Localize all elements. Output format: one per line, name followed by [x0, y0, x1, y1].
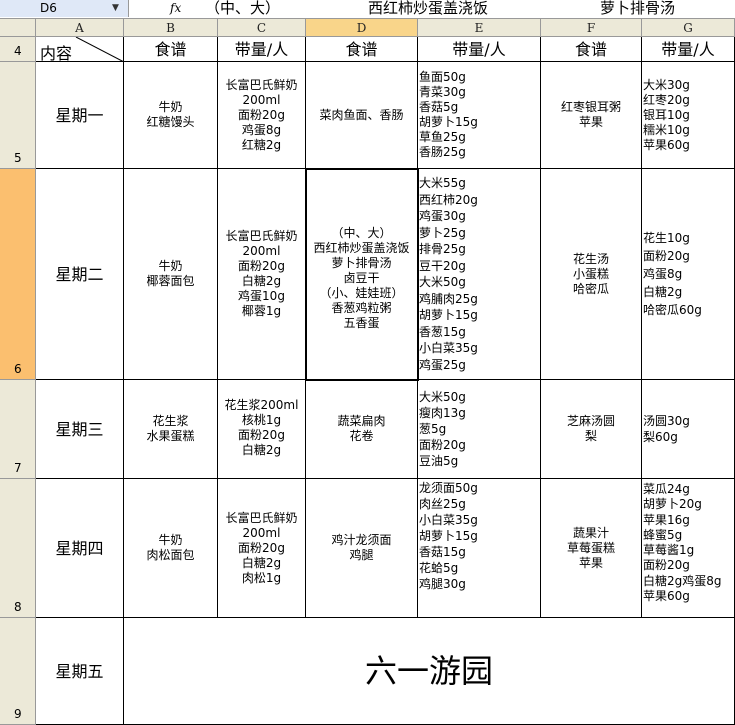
- cell-a6[interactable]: 星期二: [36, 169, 124, 380]
- row-header-7[interactable]: 7: [0, 380, 36, 479]
- cell-b8[interactable]: 牛奶 肉松面包: [124, 479, 218, 618]
- fx-icon[interactable]: fx: [170, 0, 181, 17]
- content-label: 内容: [40, 44, 73, 63]
- cell-f8[interactable]: 蔬果汁 草莓蛋糕 苹果: [541, 479, 642, 618]
- cell-b9-merged[interactable]: 六一游园: [124, 618, 735, 725]
- name-box[interactable]: D6 ▼: [0, 0, 129, 17]
- select-all-corner[interactable]: [0, 19, 36, 37]
- cell-c6[interactable]: 长富巴氏鲜奶 200ml 面粉20g 白糖2g 鸡蛋10g 椰蓉1g: [218, 169, 306, 380]
- cell-g7[interactable]: 汤圆30g 梨60g: [642, 380, 735, 479]
- cell-a8[interactable]: 星期四: [36, 479, 124, 618]
- formula-content-3[interactable]: 萝卜排骨汤: [600, 0, 675, 17]
- row-header-4[interactable]: 4: [0, 37, 36, 62]
- cell-c4[interactable]: 带量/人: [218, 37, 306, 62]
- cell-g8[interactable]: 菜瓜24g 胡萝卜20g 苹果16g 蜂蜜5g 草莓酱1g 面粉20g 白糖2g…: [642, 479, 735, 618]
- row-header-6[interactable]: 6: [0, 169, 36, 380]
- column-header-f[interactable]: F: [541, 19, 642, 37]
- name-box-value: D6: [40, 1, 57, 15]
- cell-a7[interactable]: 星期三: [36, 380, 124, 479]
- cell-e6[interactable]: 大米55g 西红柿20g 鸡蛋30g 萝卜25g 排骨25g 豆干20g 大米5…: [418, 169, 541, 380]
- cell-a4[interactable]: 内容: [36, 37, 124, 63]
- row-header-8[interactable]: 8: [0, 479, 36, 618]
- cell-e5[interactable]: 鱼面50g 青菜30g 香菇5g 胡萝卜15g 草鱼25g 香肠25g: [418, 62, 541, 169]
- formula-content-1[interactable]: （中、大）: [205, 0, 280, 17]
- formula-content-2[interactable]: 西红柿炒蛋盖浇饭: [368, 0, 488, 17]
- column-header-e[interactable]: E: [418, 19, 541, 37]
- cell-g5[interactable]: 大米30g 红枣20g 银耳10g 糯米10g 苹果60g: [642, 62, 735, 169]
- column-header-a[interactable]: A: [36, 19, 124, 37]
- cell-d5[interactable]: 菜肉鱼面、香肠: [306, 62, 418, 169]
- column-header-g[interactable]: G: [642, 19, 735, 37]
- cell-d8[interactable]: 鸡汁龙须面 鸡腿: [306, 479, 418, 618]
- cell-c8[interactable]: 长富巴氏鲜奶 200ml 面粉20g 白糖2g 肉松1g: [218, 479, 306, 618]
- cell-b5[interactable]: 牛奶 红糖馒头: [124, 62, 218, 169]
- cell-a5[interactable]: 星期一: [36, 62, 124, 169]
- row-header-5[interactable]: 5: [0, 62, 36, 169]
- cell-g6[interactable]: 花生10g 面粉20g 鸡蛋8g 白糖2g 哈密瓜60g: [642, 169, 735, 380]
- column-header-b[interactable]: B: [124, 19, 218, 37]
- cell-e8[interactable]: 龙须面50g 肉丝25g 小白菜35g 胡萝卜15g 香菇15g 花蛤5g 鸡腿…: [418, 479, 541, 618]
- cell-b4[interactable]: 食谱: [124, 37, 218, 62]
- active-cell-border: [305, 168, 419, 381]
- cell-b6[interactable]: 牛奶 椰蓉面包: [124, 169, 218, 380]
- cell-a9[interactable]: 星期五: [36, 618, 124, 725]
- cell-f4[interactable]: 食谱: [541, 37, 642, 62]
- cell-c7[interactable]: 花生浆200ml 核桃1g 面粉20g 白糖2g: [218, 380, 306, 479]
- chevron-down-icon[interactable]: ▼: [112, 0, 119, 17]
- column-header-c[interactable]: C: [218, 19, 306, 37]
- cell-c5[interactable]: 长富巴氏鲜奶 200ml 面粉20g 鸡蛋8g 红糖2g: [218, 62, 306, 169]
- formula-bar: D6 ▼ fx （中、大） 西红柿炒蛋盖浇饭 萝卜排骨汤: [0, 0, 735, 19]
- cell-b7[interactable]: 花生浆 水果蛋糕: [124, 380, 218, 479]
- cell-d4[interactable]: 食谱: [306, 37, 418, 62]
- cell-f6[interactable]: 花生汤 小蛋糕 哈密瓜: [541, 169, 642, 380]
- row-header-9[interactable]: 9: [0, 618, 36, 725]
- cell-d7[interactable]: 蔬菜扁肉 花卷: [306, 380, 418, 479]
- cell-f5[interactable]: 红枣银耳粥 苹果: [541, 62, 642, 169]
- cell-e7[interactable]: 大米50g 瘦肉13g 葱5g 面粉20g 豆油5g: [418, 380, 541, 479]
- cell-g4[interactable]: 带量/人: [642, 37, 735, 62]
- column-header-d[interactable]: D: [306, 19, 418, 37]
- cell-e4[interactable]: 带量/人: [418, 37, 541, 62]
- cell-f7[interactable]: 芝麻汤圆 梨: [541, 380, 642, 479]
